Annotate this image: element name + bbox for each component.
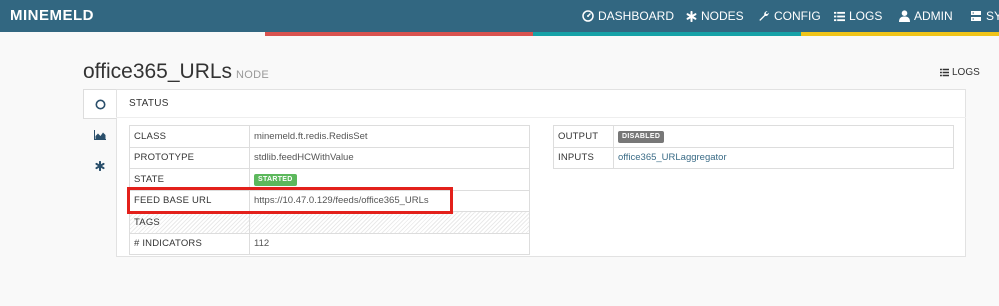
output-cell: DISABLED [613,125,954,148]
system-icon [971,11,981,21]
input-node-link[interactable]: office365_URLaggregator [618,152,727,163]
list-icon [940,68,949,77]
nav-stripe-teal [533,32,801,36]
property-key: OUTPUT [553,125,614,148]
brand-logo[interactable]: MINEMELD [10,0,94,32]
logs-link-label: LOGS [952,67,980,78]
page-title: office365_URLs NODE [83,60,269,84]
nav-config[interactable]: CONFIG [758,0,821,32]
table-row: INPUTS office365_URLaggregator [553,146,954,169]
user-icon [899,10,910,22]
asterisk-icon [686,10,697,22]
table-row: # INDICATORS 112 [129,232,530,255]
property-value: stdlib.feedHCWithValue [249,146,530,169]
status-section-title: STATUS [129,98,169,109]
nav-nodes-label: NODES [701,9,744,23]
area-chart-icon [93,130,106,140]
logs-link[interactable]: LOGS [940,67,980,78]
tags-value [249,211,530,234]
nav-system-label: SYS [986,9,999,23]
table-row: CLASS minemeld.ft.redis.RedisSet [129,125,530,148]
nav-dashboard[interactable]: DASHBOARD [582,0,674,32]
state-badge: STARTED [254,173,297,186]
nav-logs[interactable]: LOGS [834,0,882,32]
list-icon [834,11,845,21]
page-subtitle: NODE [236,69,270,81]
top-navbar: MINEMELD DASHBOARD NODES CONFIG LOGS ADM… [0,0,999,32]
tab-config[interactable] [83,151,116,181]
property-key: CLASS [129,125,250,148]
table-row: OUTPUT DISABLED [553,125,954,148]
property-key: TAGS [129,211,250,234]
feed-url-highlight-box [127,187,453,214]
inputs-cell: office365_URLaggregator [613,146,954,169]
tab-status[interactable] [83,89,116,119]
dashboard-icon [582,10,594,22]
table-row: PROTOTYPE stdlib.feedHCWithValue [129,146,530,169]
panel-divider [116,117,966,118]
tab-stats[interactable] [83,120,116,150]
nav-config-label: CONFIG [774,9,821,23]
node-tabs [83,89,116,185]
property-key: INPUTS [553,146,614,169]
property-key: PROTOTYPE [129,146,250,169]
table-row: TAGS [129,211,530,234]
indicator-count: 112 [249,232,530,255]
node-io-table: OUTPUT DISABLED INPUTS office365_URLaggr… [553,125,954,169]
nav-nodes[interactable]: NODES [686,0,744,32]
nav-admin-label: ADMIN [914,9,953,23]
wrench-icon [759,11,769,21]
property-key: # INDICATORS [129,232,250,255]
nav-admin[interactable]: ADMIN [899,0,953,32]
circle-status-icon [95,99,105,109]
nav-stripe-red [265,32,533,36]
property-value: minemeld.ft.redis.RedisSet [249,125,530,148]
nav-stripe-yellow [801,32,999,36]
nav-dashboard-label: DASHBOARD [598,9,675,23]
node-name: office365_URLs [83,60,233,83]
nav-logs-label: LOGS [849,9,883,23]
asterisk-icon [94,161,105,171]
output-badge: DISABLED [618,130,665,143]
nav-system[interactable]: SYS [970,0,999,32]
